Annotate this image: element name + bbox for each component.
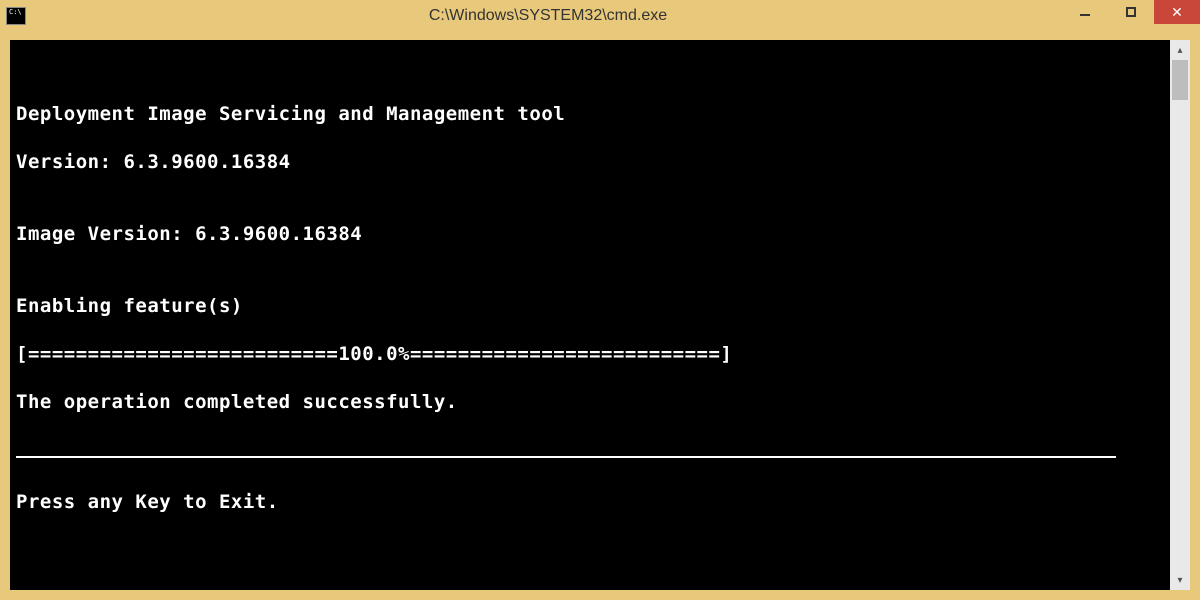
- chevron-up-icon: ▴: [1177, 45, 1182, 56]
- scroll-down-button[interactable]: ▾: [1170, 570, 1190, 590]
- console-text: Deployment Image Servicing and Managemen…: [16, 54, 1170, 562]
- close-icon: ✕: [1171, 5, 1183, 19]
- console-line: Press any Key to Exit.: [16, 490, 1170, 514]
- titlebar[interactable]: C:\ C:\Windows\SYSTEM32\cmd.exe ✕: [0, 0, 1200, 32]
- console-line: Enabling feature(s): [16, 294, 1170, 318]
- cmd-icon: C:\: [6, 7, 26, 25]
- scroll-up-button[interactable]: ▴: [1170, 40, 1190, 60]
- client-area: Deployment Image Servicing and Managemen…: [0, 32, 1200, 600]
- cmd-window: C:\ C:\Windows\SYSTEM32\cmd.exe ✕ Deploy…: [0, 0, 1200, 600]
- console-line-progress: [==========================100.0%=======…: [16, 342, 1170, 366]
- minimize-icon: [1080, 14, 1090, 16]
- vertical-scrollbar[interactable]: ▴ ▾: [1170, 40, 1190, 590]
- maximize-icon: [1126, 7, 1136, 17]
- maximize-button[interactable]: [1108, 0, 1154, 24]
- close-button[interactable]: ✕: [1154, 0, 1200, 24]
- scroll-track[interactable]: [1170, 60, 1190, 570]
- window-title: C:\Windows\SYSTEM32\cmd.exe: [34, 7, 1062, 25]
- cmd-icon-label: C:\: [9, 9, 22, 16]
- minimize-button[interactable]: [1062, 0, 1108, 24]
- console-line: Version: 6.3.9600.16384: [16, 150, 1170, 174]
- console-line: Deployment Image Servicing and Managemen…: [16, 102, 1170, 126]
- scroll-thumb[interactable]: [1172, 60, 1188, 100]
- window-controls: ✕: [1062, 0, 1200, 32]
- console-line: The operation completed successfully.: [16, 390, 1170, 414]
- chevron-down-icon: ▾: [1177, 575, 1182, 586]
- console-output[interactable]: Deployment Image Servicing and Managemen…: [10, 40, 1170, 590]
- console-line: Image Version: 6.3.9600.16384: [16, 222, 1170, 246]
- divider-line: [16, 456, 1116, 458]
